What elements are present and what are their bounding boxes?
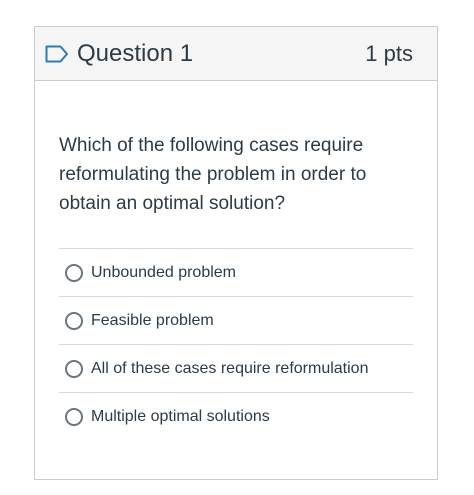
question-text: Which of the following cases require ref… xyxy=(59,135,367,214)
answer-label: All of these cases require reformulation xyxy=(91,359,369,377)
question-title: Question 1 xyxy=(77,39,194,67)
answer-label: Feasible problem xyxy=(91,311,214,329)
radio-button[interactable] xyxy=(65,408,83,426)
question-header: Question 1 1 pts xyxy=(35,27,437,81)
answer-option[interactable]: Unbounded problem xyxy=(59,249,413,297)
question-body: Which of the following cases require ref… xyxy=(35,81,437,441)
radio-button[interactable] xyxy=(65,359,83,378)
answer-label: Unbounded problem xyxy=(91,263,236,281)
question-card: Question 1 1 pts Which of the following … xyxy=(34,26,438,480)
radio-button[interactable] xyxy=(65,263,83,282)
answer-list: Unbounded problem Feasible problem All o… xyxy=(59,248,413,441)
question-header-left: Question 1 xyxy=(45,40,193,68)
question-points: 1 pts xyxy=(365,40,413,66)
answer-label: Multiple optimal solutions xyxy=(91,408,270,425)
answer-option[interactable]: All of these cases require reformulation xyxy=(59,345,413,393)
answer-option[interactable]: Feasible problem xyxy=(59,297,413,345)
radio-button[interactable] xyxy=(65,311,83,330)
answer-option[interactable]: Multiple optimal solutions xyxy=(59,393,413,441)
flag-icon[interactable] xyxy=(45,44,69,64)
